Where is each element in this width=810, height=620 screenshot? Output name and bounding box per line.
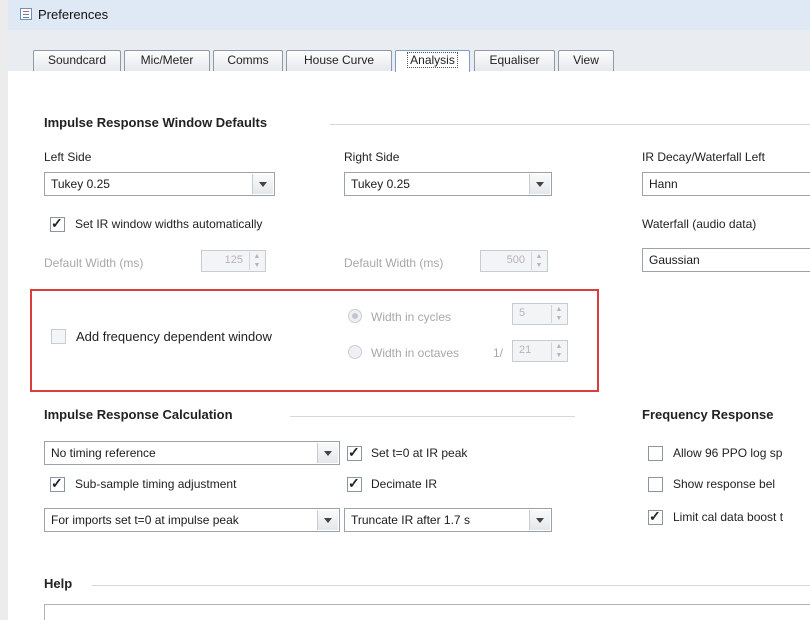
chevron-up-icon[interactable]: ▲	[552, 342, 566, 351]
spinner-arrows[interactable]: ▲ ▼	[551, 305, 566, 323]
default-width-left-label: Default Width (ms)	[44, 256, 144, 270]
limit-cal-label: Limit cal data boost t	[673, 510, 784, 524]
chevron-down-icon[interactable]: ▼	[532, 261, 546, 270]
dropdown-value: Gaussian	[649, 253, 700, 267]
checkmark-icon: ✓	[51, 475, 63, 491]
octaves-spinner[interactable]: 21 ▲ ▼	[512, 340, 568, 362]
tab-label: Mic/Meter	[140, 53, 194, 67]
spinner-arrows[interactable]: ▲ ▼	[551, 342, 566, 360]
cycles-spinner[interactable]: 5 ▲ ▼	[512, 303, 568, 325]
default-width-right-spinner[interactable]: 500 ▲ ▼	[480, 250, 548, 272]
dropdown-value: For imports set t=0 at impulse peak	[51, 513, 239, 527]
limit-cal-checkbox[interactable]: ✓	[648, 508, 663, 525]
chevron-down-icon[interactable]: ▼	[250, 261, 264, 270]
tab-label: Equaliser	[489, 53, 540, 67]
window-defaults-title: Impulse Response Window Defaults	[44, 115, 268, 130]
tab-analysis[interactable]: Analysis	[395, 50, 470, 72]
calculation-title: Impulse Response Calculation	[44, 407, 233, 422]
spinner-value: 5	[519, 307, 526, 319]
default-width-right-label: Default Width (ms)	[344, 256, 444, 270]
cycles-radio[interactable]	[348, 309, 362, 323]
decimate-label: Decimate IR	[371, 477, 438, 491]
show-below-label: Show response bel	[673, 477, 776, 491]
show-below-checkbox[interactable]	[648, 477, 663, 492]
checkmark-icon: ✓	[649, 508, 661, 524]
chevron-up-icon[interactable]: ▲	[250, 252, 264, 261]
window-title: Preferences	[38, 7, 109, 22]
default-width-left-spinner[interactable]: 125 ▲ ▼	[201, 250, 266, 272]
right-side-dropdown[interactable]: Tukey 0.25	[344, 172, 552, 196]
spinner-value: 21	[519, 344, 532, 356]
allow-96-label: Allow 96 PPO log sp	[673, 446, 783, 460]
auto-widths-label: Set IR window widths automatically	[75, 217, 263, 231]
checkmark-icon: ✓	[51, 215, 63, 231]
tab-label: Soundcard	[47, 53, 107, 67]
right-side-label: Right Side	[344, 150, 400, 164]
app-icon	[20, 8, 32, 20]
waterfall-label: Waterfall (audio data)	[642, 217, 757, 231]
octaves-radio[interactable]	[348, 345, 362, 359]
chevron-down-icon[interactable]	[252, 174, 273, 194]
tab-label: House Curve	[303, 53, 375, 67]
tab-house-curve[interactable]: House Curve	[286, 50, 392, 71]
section-divider	[330, 124, 810, 125]
tab-label: View	[573, 53, 599, 67]
checkmark-icon: ✓	[348, 444, 360, 460]
title-bar	[8, 0, 810, 31]
section-divider	[290, 416, 575, 417]
chevron-down-icon[interactable]	[317, 510, 338, 530]
tab-equaliser[interactable]: Equaliser	[474, 50, 555, 71]
help-text-area[interactable]	[44, 604, 810, 620]
chevron-down-icon[interactable]: ▼	[552, 314, 566, 323]
cycles-label: Width in cycles	[371, 310, 452, 324]
dropdown-value: Tukey 0.25	[51, 177, 110, 191]
ir-decay-dropdown[interactable]: Hann	[642, 172, 810, 196]
set-t0-label: Set t=0 at IR peak	[371, 446, 468, 460]
checkmark-icon: ✓	[348, 475, 360, 491]
subsample-label: Sub-sample timing adjustment	[75, 477, 237, 491]
chevron-up-icon[interactable]: ▲	[532, 252, 546, 261]
spinner-value: 125	[224, 254, 243, 266]
section-divider	[92, 585, 810, 586]
spinner-arrows[interactable]: ▲ ▼	[531, 252, 546, 270]
help-title: Help	[44, 576, 73, 591]
decimate-checkbox[interactable]: ✓	[347, 475, 362, 492]
dropdown-value: Hann	[649, 177, 678, 191]
chevron-down-icon[interactable]	[529, 510, 550, 530]
tab-soundcard[interactable]: Soundcard	[33, 50, 121, 71]
dropdown-value: Truncate IR after 1.7 s	[351, 513, 470, 527]
octaves-prefix: 1/	[493, 346, 504, 360]
allow-96-checkbox[interactable]	[648, 446, 663, 461]
dropdown-value: No timing reference	[51, 446, 156, 460]
spinner-value: 500	[506, 254, 525, 266]
waterfall-dropdown[interactable]: Gaussian	[642, 248, 810, 272]
chevron-down-icon[interactable]: ▼	[552, 351, 566, 360]
freq-dependent-checkbox[interactable]	[51, 329, 66, 344]
spinner-arrows[interactable]: ▲ ▼	[249, 252, 264, 270]
chevron-down-icon[interactable]	[317, 443, 338, 463]
chevron-up-icon[interactable]: ▲	[552, 305, 566, 314]
timing-reference-dropdown[interactable]: No timing reference	[44, 441, 340, 465]
freq-dependent-label: Add frequency dependent window	[76, 329, 272, 344]
ir-decay-label: IR Decay/Waterfall Left	[642, 150, 765, 164]
imports-dropdown[interactable]: For imports set t=0 at impulse peak	[44, 508, 340, 532]
dropdown-value: Tukey 0.25	[351, 177, 410, 191]
left-side-dropdown[interactable]: Tukey 0.25	[44, 172, 275, 196]
auto-widths-checkbox[interactable]: ✓	[50, 215, 65, 232]
tab-comms[interactable]: Comms	[213, 50, 283, 71]
chevron-down-icon[interactable]	[529, 174, 550, 194]
subsample-checkbox[interactable]: ✓	[50, 475, 65, 492]
octaves-label: Width in octaves	[371, 346, 460, 360]
frequency-response-title: Frequency Response	[642, 407, 774, 422]
set-t0-checkbox[interactable]: ✓	[347, 444, 362, 461]
tab-mic-meter[interactable]: Mic/Meter	[124, 50, 210, 71]
left-side-label: Left Side	[44, 150, 92, 164]
tab-label: Comms	[227, 53, 269, 67]
truncate-dropdown[interactable]: Truncate IR after 1.7 s	[344, 508, 552, 532]
tab-view[interactable]: View	[558, 50, 614, 71]
tab-label: Analysis	[407, 52, 458, 68]
